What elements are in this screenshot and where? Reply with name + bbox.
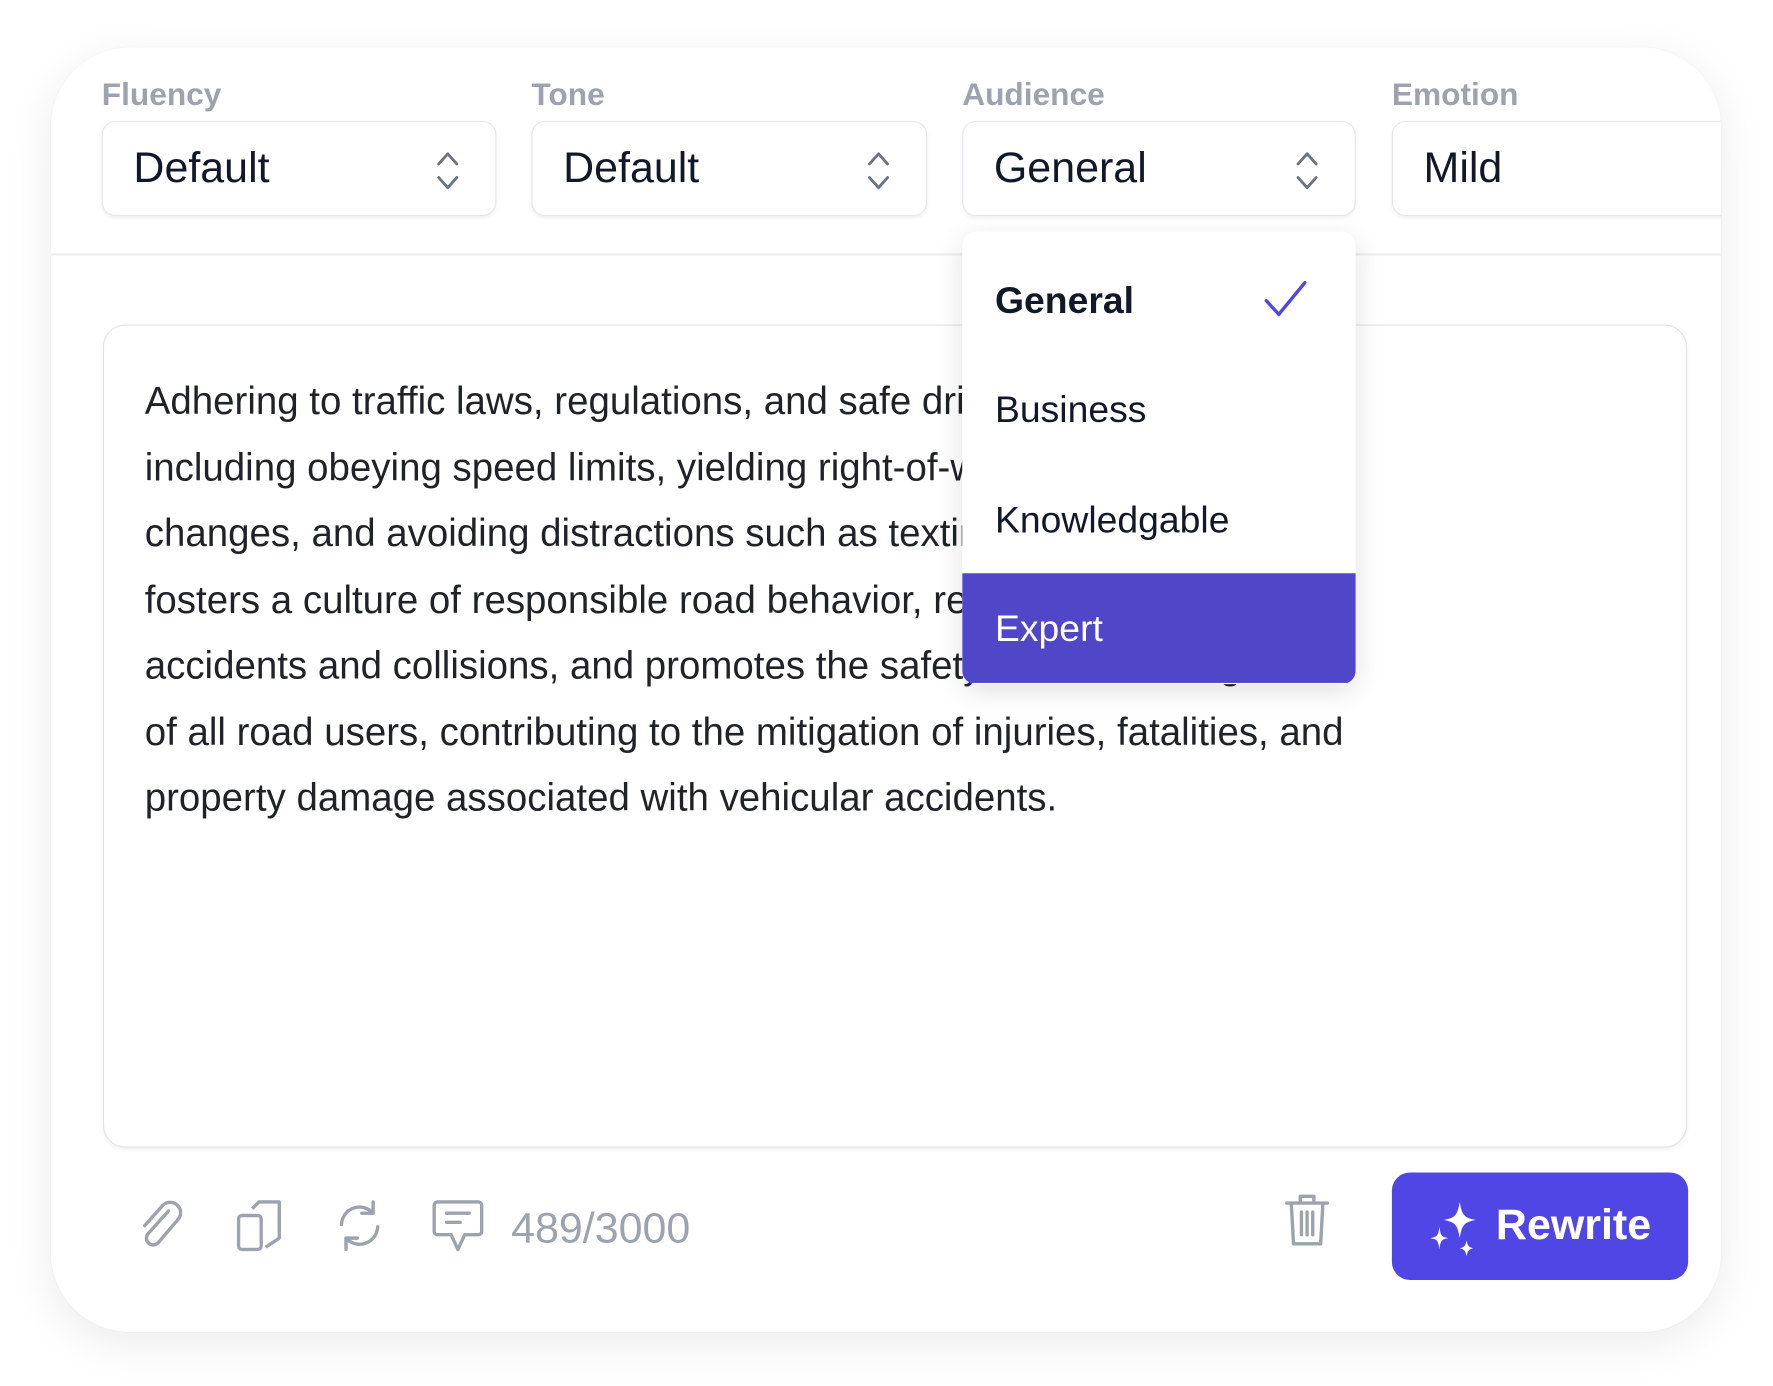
emotion-select[interactable]: Mild [1391,120,1721,216]
tone-label: Tone [531,76,605,112]
option-label: General [995,279,1134,322]
divider [50,253,1721,256]
fluency-label: Fluency [101,76,222,112]
chevron-up-down-icon [1296,152,1318,190]
option-label: Knowledgable [995,498,1230,541]
option-label: Expert [995,607,1103,650]
refresh-icon[interactable] [332,1197,386,1254]
audience-dropdown-menu: General Business Knowledgable Expert [962,231,1356,685]
rewrite-card: Fluency Tone Audience Emotion Default De… [50,47,1721,1332]
audience-label: Audience [962,76,1105,112]
fluency-value: Default [133,144,270,193]
fluency-select[interactable]: Default [101,120,497,216]
tone-value: Default [563,144,700,193]
chevron-up-down-icon [868,152,890,190]
option-knowledgable[interactable]: Knowledgable [962,465,1355,575]
character-count: 489/3000 [511,1205,691,1253]
text-line: of all road users, contributing to the m… [144,710,1344,754]
trash-icon[interactable] [1283,1192,1330,1249]
rewrite-button[interactable]: Rewrite [1391,1172,1689,1280]
rewrite-label: Rewrite [1495,1201,1652,1250]
option-label: Business [995,387,1147,430]
audience-select[interactable]: General [962,120,1356,216]
tone-select[interactable]: Default [531,120,928,216]
copy-icon[interactable] [234,1197,288,1254]
emotion-value: Mild [1423,144,1503,193]
check-icon [1264,280,1307,317]
option-general[interactable]: General [962,245,1355,355]
feedback-icon[interactable] [431,1197,485,1254]
chevron-up-down-icon [437,152,459,190]
option-business[interactable]: Business [962,354,1355,464]
emotion-label: Emotion [1391,76,1519,112]
sparkles-icon [1430,1201,1476,1257]
audience-value: General [993,144,1147,193]
paperclip-icon[interactable] [135,1197,189,1254]
text-editor[interactable]: Adhering to traffic laws, regulations, a… [102,324,1688,1148]
option-expert[interactable]: Expert [962,573,1356,683]
text-line: property damage associated with vehicula… [144,776,1058,820]
